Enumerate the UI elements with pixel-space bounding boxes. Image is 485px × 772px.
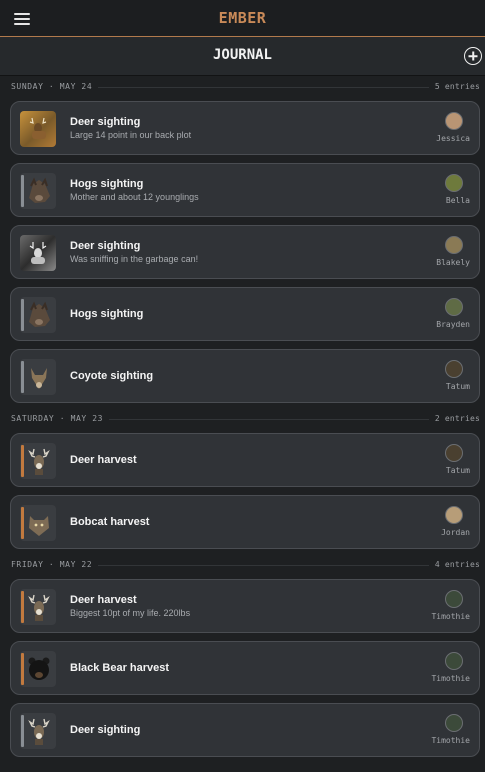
deer-icon xyxy=(20,713,56,749)
entry-title: Deer sighting xyxy=(70,240,141,252)
page-title: JOURNAL xyxy=(212,47,272,63)
bobcat-icon xyxy=(20,505,56,541)
entry-title: Hogs sighting xyxy=(70,308,144,320)
deer-icon xyxy=(20,589,56,625)
entry-title: Coyote sighting xyxy=(70,370,154,382)
entry-title: Deer harvest xyxy=(70,454,137,466)
entry-title: Bobcat harvest xyxy=(70,516,150,528)
add-entry-icon[interactable] xyxy=(464,47,482,65)
journal-entry[interactable]: Deer harvest Tatum xyxy=(10,433,480,487)
page-header: JOURNAL xyxy=(0,37,485,76)
sighting-indicator xyxy=(21,299,24,331)
deer-icon xyxy=(20,443,56,479)
journal-entry[interactable]: Bobcat harvest Jordan xyxy=(10,495,480,549)
user-avatar xyxy=(445,236,463,254)
harvest-indicator xyxy=(21,507,24,539)
entry-user: Blakely xyxy=(436,258,470,267)
user-avatar xyxy=(445,652,463,670)
harvest-indicator xyxy=(21,445,24,477)
journal-entry[interactable]: Hogs sighting Brayden xyxy=(10,287,480,341)
entry-title: Hogs sighting xyxy=(70,178,144,190)
entry-user: Timothie xyxy=(431,612,470,621)
user-avatar xyxy=(445,590,463,608)
journal-entry[interactable]: Hogs sighting Mother and about 12 youngli… xyxy=(10,163,480,217)
journal-entry[interactable]: Deer sighting Timothie xyxy=(10,703,480,757)
entry-user: Jessica xyxy=(436,134,470,143)
user-avatar xyxy=(445,174,463,192)
harvest-indicator xyxy=(21,591,24,623)
journal-list: SUNDAY · MAY 24 5 entries Deer sighting Lar… xyxy=(0,76,485,765)
entry-note: Large 14 point in our back plot xyxy=(70,130,192,140)
deer-trailcam-icon xyxy=(20,235,56,271)
user-avatar xyxy=(445,714,463,732)
entry-user: Tatum xyxy=(445,466,470,475)
entry-count: 5 entries xyxy=(428,82,480,91)
day-header: FRIDAY · MAY 22 4 entries xyxy=(11,557,480,573)
user-avatar xyxy=(445,506,463,524)
entry-note: Mother and about 12 younglings xyxy=(70,192,199,202)
entry-title: Black Bear harvest xyxy=(70,662,170,674)
journal-entry[interactable]: Coyote sighting Tatum xyxy=(10,349,480,403)
journal-entry[interactable]: Black Bear harvest Timothie xyxy=(10,641,480,695)
deer-photo-icon xyxy=(20,111,56,147)
user-avatar xyxy=(445,112,463,130)
app-brand: EMBER xyxy=(218,9,267,27)
sighting-indicator xyxy=(21,175,24,207)
coyote-icon xyxy=(20,359,56,395)
entry-title: Deer sighting xyxy=(70,116,141,128)
user-avatar xyxy=(445,298,463,316)
bear-icon xyxy=(20,651,56,687)
entry-user: Brayden xyxy=(436,320,470,329)
journal-entry[interactable]: Deer harvest Biggest 10pt of my life. 220… xyxy=(10,579,480,633)
app-header: EMBER xyxy=(0,0,485,37)
entry-note: Biggest 10pt of my life. 220lbs xyxy=(70,608,191,618)
entry-user: Timothie xyxy=(431,674,470,683)
sighting-indicator xyxy=(21,715,24,747)
entry-count: 2 entries xyxy=(428,414,480,423)
journal-entry[interactable]: Deer sighting Was sniffing in the garbage… xyxy=(10,225,480,279)
entry-user: Bella xyxy=(445,196,470,205)
day-label: SUNDAY · MAY 24 xyxy=(11,82,99,91)
entry-user: Timothie xyxy=(431,736,470,745)
day-header: SUNDAY · MAY 24 5 entries xyxy=(11,79,480,95)
day-label: FRIDAY · MAY 22 xyxy=(11,560,99,569)
entry-title: Deer sighting xyxy=(70,724,141,736)
entry-user: Tatum xyxy=(445,382,470,391)
harvest-indicator xyxy=(21,653,24,685)
user-avatar xyxy=(445,360,463,378)
day-header: SATURDAY · MAY 23 2 entries xyxy=(11,411,480,427)
sighting-indicator xyxy=(21,361,24,393)
entry-user: Jordan xyxy=(441,528,470,537)
hog-icon xyxy=(20,173,56,209)
entry-count: 4 entries xyxy=(428,560,480,569)
day-label: SATURDAY · MAY 23 xyxy=(11,414,110,423)
entry-title: Deer harvest xyxy=(70,594,137,606)
hog-icon xyxy=(20,297,56,333)
user-avatar xyxy=(445,444,463,462)
entry-note: Was sniffing in the garbage can! xyxy=(70,254,199,264)
journal-entry[interactable]: Deer sighting Large 14 point in our back … xyxy=(10,101,480,155)
